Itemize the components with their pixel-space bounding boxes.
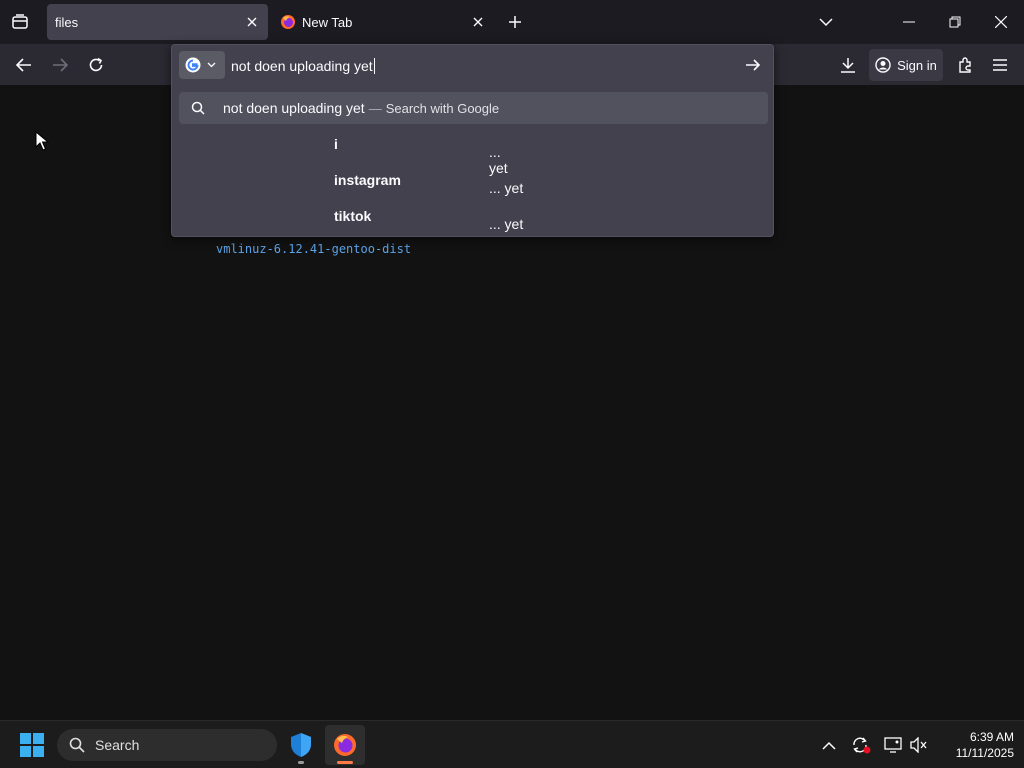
tab-new-tab[interactable]: New Tab: [272, 4, 494, 40]
firefox-taskbar-icon[interactable]: [325, 725, 365, 765]
clock-date: 11/11/2025: [955, 746, 1014, 760]
suggestion-suffix: i: [334, 136, 338, 152]
chevron-up-icon[interactable]: [817, 733, 841, 757]
clock-time: 6:39 AM: [969, 730, 1014, 744]
extensions-icon[interactable]: [949, 49, 981, 81]
chevron-down-icon[interactable]: [812, 8, 840, 36]
system-clock[interactable]: 6:39 AM 11/11/2025: [936, 729, 1014, 761]
defender-shield-icon[interactable]: [281, 725, 321, 765]
downloads-icon[interactable]: [832, 49, 864, 81]
urlbar-input[interactable]: not doen uploading yet: [231, 58, 375, 74]
suggestion-item[interactable]: ... yet instagram: [179, 164, 768, 196]
urlbar-dropdown: not doen uploading yet not doen uploadin…: [171, 44, 774, 237]
forward-icon[interactable]: [44, 49, 76, 81]
file-link[interactable]: vmlinuz-6.12.41-gentoo-dist: [216, 242, 411, 256]
suggestion-engine-label: Search with Google: [385, 101, 500, 116]
volume-muted-icon[interactable]: [907, 733, 931, 757]
restore-icon[interactable]: [932, 0, 978, 44]
sign-in-button[interactable]: Sign in: [869, 49, 943, 81]
search-icon: [191, 101, 205, 120]
tab-bar: files New Tab: [0, 0, 1024, 44]
suggestion-suffix: tiktok: [334, 208, 372, 224]
close-window-icon[interactable]: [978, 0, 1024, 44]
taskbar-search[interactable]: Search: [57, 729, 277, 761]
display-icon[interactable]: [881, 733, 905, 757]
minimize-icon[interactable]: [886, 0, 932, 44]
search-suggestion-main[interactable]: not doen uploading yet — Search with Googl…: [179, 92, 768, 124]
tab-label: New Tab: [302, 15, 353, 30]
taskbar: Search 6:39 AM 11/11/2025: [0, 720, 1024, 768]
suggestion-query: not doen uploading yet: [223, 100, 365, 116]
suggestion-item[interactable]: ... yet tiktok: [179, 200, 768, 232]
firefox-icon: [280, 14, 296, 30]
new-tab-icon[interactable]: [502, 8, 528, 36]
suggestion-suffix: instagram: [334, 172, 401, 188]
go-arrow-icon[interactable]: [739, 53, 767, 77]
tab-files[interactable]: files: [47, 4, 268, 40]
suggestion-separator: —: [368, 101, 382, 116]
account-icon: [875, 57, 891, 73]
sync-alert-icon[interactable]: [849, 733, 873, 757]
suggestion-prefix: ... yet: [489, 180, 528, 196]
close-tab-icon[interactable]: [468, 12, 488, 32]
reload-icon[interactable]: [80, 49, 112, 81]
close-tab-icon[interactable]: [242, 12, 262, 32]
taskbar-search-label: Search: [95, 737, 140, 753]
back-icon[interactable]: [8, 49, 40, 81]
tab-list-icon[interactable]: [4, 6, 36, 38]
google-icon: [185, 57, 201, 73]
search-icon: [69, 737, 85, 753]
sign-in-label: Sign in: [897, 57, 937, 73]
tab-label: files: [55, 15, 79, 30]
suggestion-prefix: ... yet: [489, 216, 528, 232]
mouse-pointer-icon: [35, 130, 50, 156]
suggestion-item[interactable]: ... yet i: [179, 128, 768, 176]
search-engine-button[interactable]: [179, 51, 225, 79]
windows-start-icon[interactable]: [14, 729, 50, 761]
menu-icon[interactable]: [984, 49, 1016, 81]
chevron-down-icon: [207, 62, 216, 68]
